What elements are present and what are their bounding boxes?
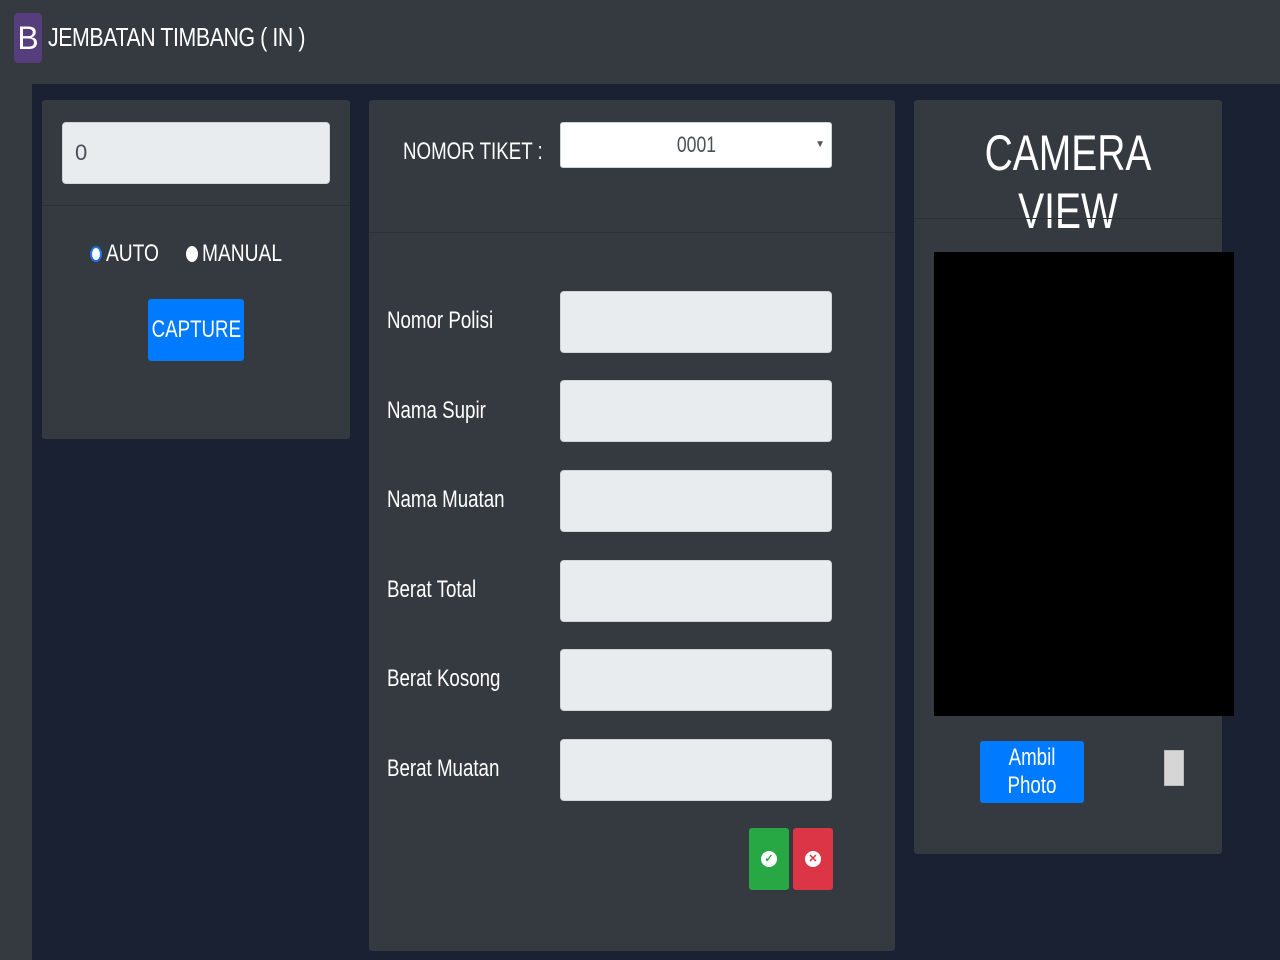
- ticket-number-select[interactable]: 0001 ▼: [560, 122, 832, 168]
- field-label-nomor-polisi: Nomor Polisi: [387, 307, 494, 334]
- chevron-down-icon: ▼: [815, 139, 825, 150]
- field-label-berat-muatan: Berat Muatan: [387, 755, 500, 782]
- brand-logo[interactable]: B: [14, 13, 42, 63]
- capture-button-label: CAPTURE: [151, 316, 241, 343]
- ticket-number-value: 0001: [676, 132, 716, 157]
- ticket-number-label: NOMOR TIKET :: [403, 138, 543, 165]
- field-label-berat-total: Berat Total: [387, 576, 477, 603]
- berat-kosong-input[interactable]: [560, 649, 832, 711]
- close-circle-icon: ✕: [805, 851, 821, 867]
- nomor-polisi-input[interactable]: [560, 291, 832, 353]
- main-area: 0 AUTO MANUAL CAPTURE NOMOR TIKET : 0001…: [32, 84, 1280, 960]
- take-photo-button-label: Ambil Photo: [1007, 744, 1057, 799]
- berat-total-input[interactable]: [560, 560, 832, 622]
- nama-supir-input[interactable]: [560, 380, 832, 442]
- scale-weight-value: 0: [75, 140, 88, 165]
- ticket-form-card: NOMOR TIKET : 0001 ▼ Nomor Polisi Nama S…: [369, 100, 895, 951]
- photo-thumbnail[interactable]: [1164, 750, 1184, 786]
- nama-muatan-input[interactable]: [560, 470, 832, 532]
- cancel-button[interactable]: ✕: [793, 828, 833, 890]
- mode-radio-group: AUTO MANUAL: [42, 240, 350, 268]
- camera-view-title: CAMERA VIEW: [914, 124, 1222, 240]
- field-label-berat-kosong: Berat Kosong: [387, 665, 501, 692]
- scale-weight-input[interactable]: 0: [62, 122, 330, 184]
- capture-button[interactable]: CAPTURE: [148, 299, 244, 361]
- radio-auto-indicator[interactable]: [89, 246, 102, 262]
- check-circle-icon: ✓: [761, 851, 777, 867]
- camera-view-title-text: CAMERA VIEW: [984, 125, 1152, 239]
- scale-card: 0 AUTO MANUAL CAPTURE: [42, 100, 350, 439]
- radio-manual-label: MANUAL: [202, 240, 283, 267]
- navbar: B JEMBATAN TIMBANG ( IN ): [0, 0, 1280, 84]
- radio-manual[interactable]: MANUAL: [186, 240, 302, 268]
- page-title[interactable]: JEMBATAN TIMBANG ( IN ): [48, 22, 305, 53]
- card-divider: [914, 218, 1222, 219]
- radio-auto-label: AUTO: [105, 240, 159, 267]
- field-label-nama-supir: Nama Supir: [387, 397, 486, 424]
- card-divider: [369, 232, 895, 233]
- camera-card: CAMERA VIEW Ambil Photo: [914, 100, 1234, 854]
- camera-preview: [934, 252, 1234, 716]
- card-divider: [42, 205, 350, 206]
- take-photo-button[interactable]: Ambil Photo: [980, 741, 1084, 803]
- brand-logo-letter: B: [17, 19, 39, 56]
- field-label-nama-muatan: Nama Muatan: [387, 486, 505, 513]
- save-button[interactable]: ✓: [749, 828, 789, 890]
- berat-muatan-input[interactable]: [560, 739, 832, 801]
- radio-auto[interactable]: AUTO: [89, 240, 172, 268]
- radio-manual-indicator[interactable]: [186, 246, 199, 262]
